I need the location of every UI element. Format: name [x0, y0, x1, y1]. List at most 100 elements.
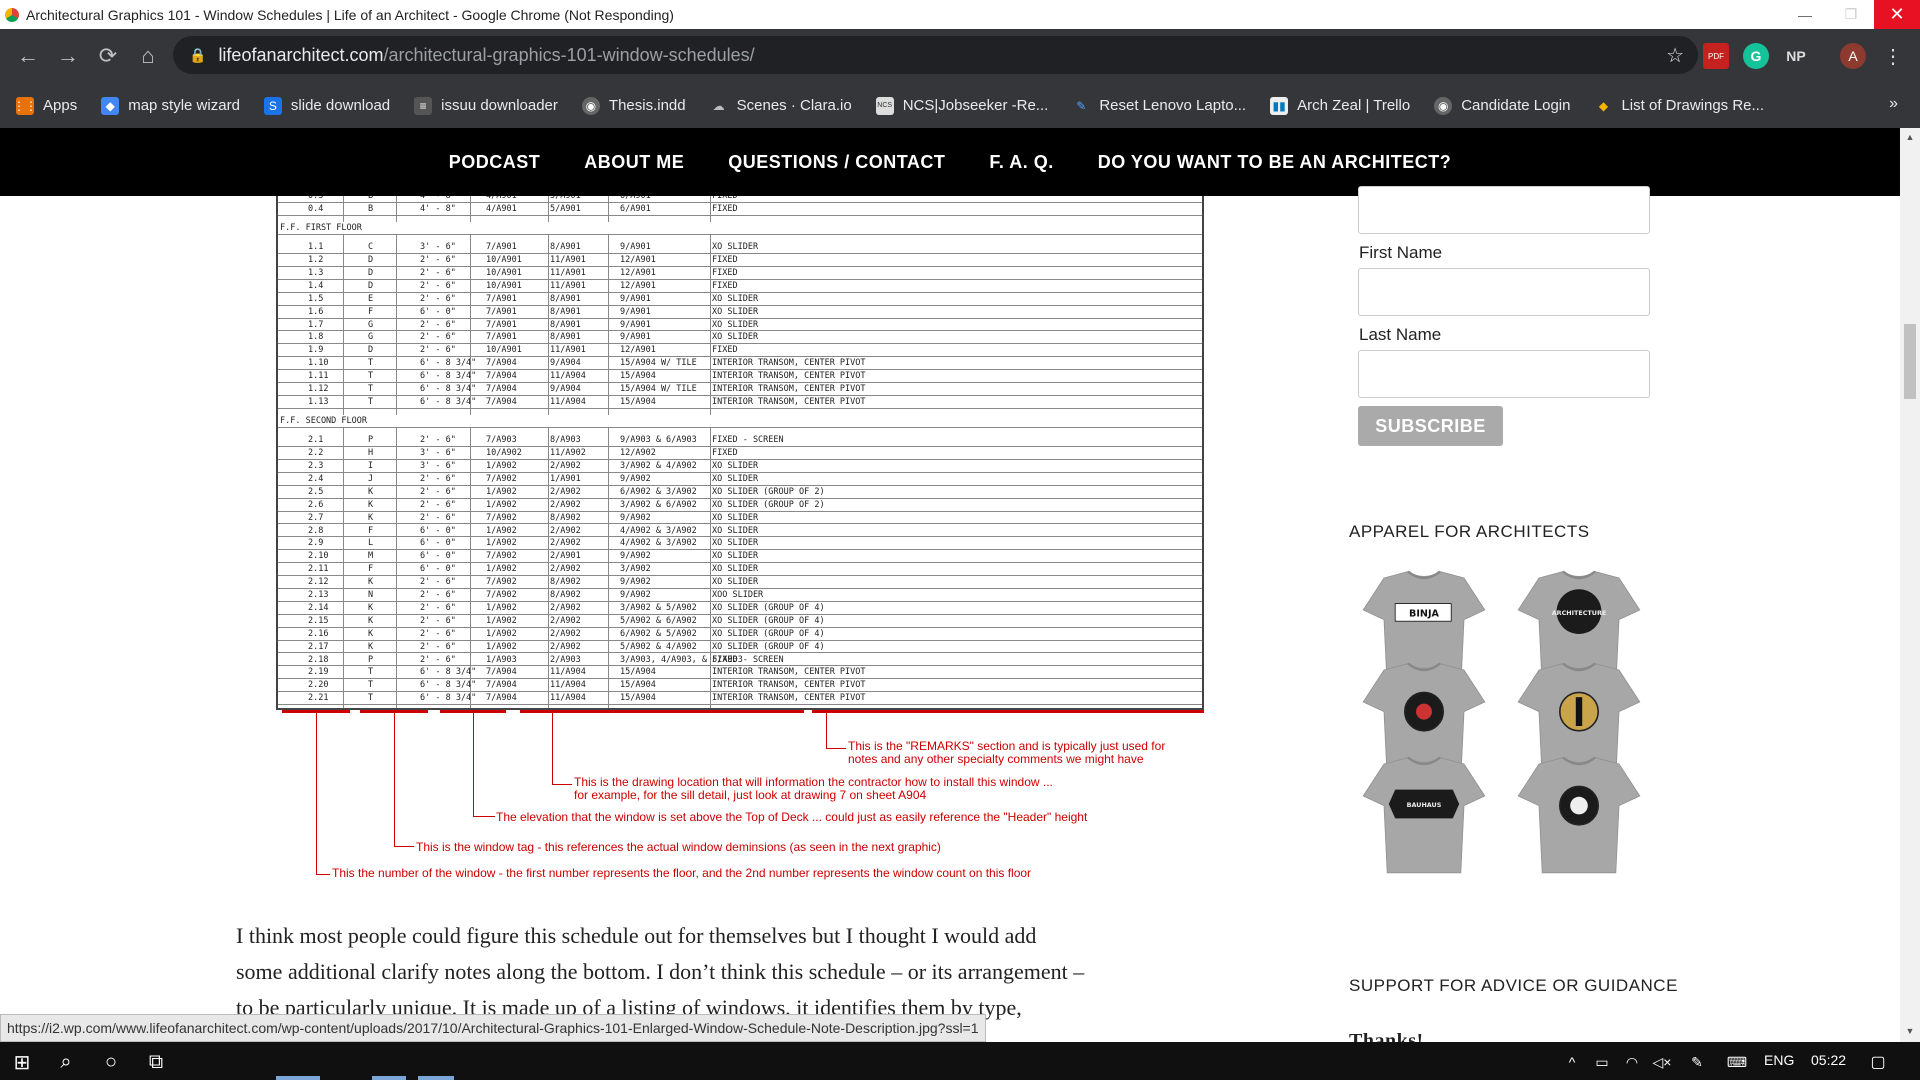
bookmark-issuu-downloader[interactable]: ≡ issuu downloader — [414, 96, 558, 115]
schedule-cell-tag: K — [368, 499, 374, 510]
battery-icon[interactable]: ▭ — [1590, 1050, 1614, 1074]
globe-icon: ◉ — [581, 96, 600, 115]
column-bracket-remarks — [812, 710, 1204, 713]
clock[interactable]: 05:22 — [1811, 1052, 1846, 1068]
scroll-down-icon[interactable]: ▼ — [1904, 1026, 1916, 1038]
forward-button[interactable]: → — [48, 36, 88, 76]
schedule-row: 2.16 K 2' - 6" 1/A902 2/A902 6/A902 & 5/A902 X… — [278, 628, 1202, 641]
profile-avatar[interactable]: A — [1840, 43, 1866, 69]
schedule-cell-tag: D — [368, 280, 374, 291]
schedule-cell-c1: 4/A901 — [486, 196, 517, 201]
schedule-cell-no: 2.16 — [308, 628, 329, 639]
wifi-icon[interactable]: ◠ — [1620, 1050, 1644, 1074]
schedule-cell-c2: 8/A903 — [550, 435, 581, 446]
schedule-row: 1.11 T 6' - 8 3/4" 7/A904 11/A904 15/A904 INTE… — [278, 370, 1202, 384]
reload-button[interactable]: ⟳ — [88, 36, 128, 76]
schedule-row: 1.8 G 2' - 6" 7/A901 8/A901 9/A901 XO SLIDER — [278, 331, 1202, 345]
volume-muted-icon[interactable]: ◁× — [1650, 1050, 1674, 1074]
schedule-cell-elev: 2' - 6" — [420, 590, 456, 600]
schedule-cell-c2: 11/A904 — [550, 396, 586, 407]
bookmark-map-style-wizard[interactable]: ◆ map style wizard — [101, 96, 240, 115]
np-extension-icon[interactable]: NP — [1783, 43, 1809, 69]
schedule-cell-c1: 7/A901 — [486, 242, 517, 253]
schedule-cell-no: 1.7 — [308, 319, 324, 330]
address-bar[interactable]: 🔒 lifeofanarchitect.com/architectural-gr… — [173, 36, 1698, 74]
schedule-cell-c2: 8/A902 — [550, 512, 581, 523]
page-scrollbar[interactable]: ▲ ▼ — [1900, 128, 1920, 1042]
nav-be-an-architect[interactable]: DO YOU WANT TO BE AN ARCHITECT? — [1098, 152, 1452, 173]
globe-icon: ◉ — [1434, 96, 1453, 115]
schedule-cell-remarks: XO SLIDER (GROUP OF 4) — [712, 641, 825, 652]
pdf-extension-icon[interactable]: PDF — [1703, 43, 1729, 69]
minimize-button[interactable]: — — [1782, 0, 1828, 29]
bookmark-ncs-jobseeker[interactable]: NCS NCS|Jobseeker -Re... — [875, 96, 1048, 115]
task-view-icon[interactable]: ⧉ — [144, 1050, 168, 1074]
email-field[interactable] — [1358, 186, 1650, 234]
browser-toolbar: ← → ⟳ ⌂ 🔒 lifeofanarchitect.com/architec… — [0, 29, 1920, 83]
bookmark-list-of-drawings[interactable]: ◆ List of Drawings Re... — [1594, 97, 1764, 115]
schedule-cell-no: 2.3 — [308, 461, 324, 471]
schedule-cell-tag: H — [368, 448, 374, 459]
apparel-image[interactable]: BINJA ARCHITECTURE BAUHAUS — [1349, 570, 1661, 906]
show-hidden-icons-icon[interactable]: ^ — [1560, 1050, 1584, 1074]
schedule-cell-c3: 6/A902 & 5/A902 — [620, 628, 697, 639]
schedule-cell-tag: P — [368, 654, 374, 665]
schedule-cell-tag: M — [368, 551, 374, 562]
bookmark-slide-download[interactable]: Sslide download — [263, 96, 390, 115]
bookmarks-overflow-button[interactable]: » — [1889, 95, 1898, 113]
schedule-cell-elev: 2' - 6" — [420, 654, 456, 665]
bookmark-star-icon[interactable]: ☆ — [1666, 43, 1684, 68]
home-button[interactable]: ⌂ — [128, 36, 168, 76]
leader-line-remarks — [826, 713, 827, 749]
tshirt-icon[interactable]: BAUHAUS — [1349, 756, 1499, 876]
grammarly-extension-icon[interactable]: G — [1743, 43, 1769, 69]
schedule-cell-elev: 2' - 6" — [420, 486, 456, 497]
subscribe-button[interactable]: SUBSCRIBE — [1358, 406, 1503, 446]
url-text[interactable]: lifeofanarchitect.com/architectural-grap… — [218, 45, 754, 66]
search-icon[interactable]: ⌕ — [54, 1050, 78, 1074]
schedule-cell-c2: 2/A902 — [550, 486, 581, 497]
bookmark-apps[interactable]: ⋮⋮ Apps — [13, 96, 77, 115]
keyboard-icon[interactable]: ⌨ — [1725, 1050, 1749, 1074]
close-button[interactable]: ✕ — [1874, 0, 1920, 29]
annotation-window-number: This the number of the window - the firs… — [332, 866, 1032, 880]
windows-taskbar: ⊞ ⌕ ○ ⧉ ^ ▭ ◠ ◁× ✎ ⌨ ENG 05:22 ▢ — [0, 1042, 1920, 1080]
nav-about-me[interactable]: ABOUT ME — [584, 152, 684, 173]
last-name-field[interactable] — [1358, 350, 1650, 398]
windows-start-icon[interactable]: ⊞ — [10, 1050, 34, 1074]
language-indicator[interactable]: ENG — [1764, 1052, 1794, 1068]
first-name-field[interactable] — [1358, 268, 1650, 316]
schedule-cell-remarks: XO SLIDER — [712, 564, 759, 575]
bookmark-candidate-login[interactable]: ◉ Candidate Login — [1434, 96, 1570, 115]
bookmark-reset-lenovo[interactable]: ✎ Reset Lenovo Lapto... — [1072, 97, 1246, 115]
schedule-cell-c1: 1/A902 — [486, 628, 517, 639]
scroll-up-icon[interactable]: ▲ — [1904, 132, 1916, 144]
schedule-cell-c3: 15/A904 — [620, 667, 656, 678]
schedule-cell-c1: 7/A903 — [486, 435, 517, 446]
schedule-row: 1.1 C 3' - 6" 7/A901 8/A901 9/A901 XO SLIDER — [278, 241, 1202, 255]
schedule-cell-remarks: XO SLIDER (GROUP OF 4) — [712, 615, 825, 626]
schedule-cell-c2: 2/A903 — [550, 654, 581, 665]
schedule-cell-no: 2.12 — [308, 577, 329, 588]
schedule-cell-no: 2.15 — [308, 615, 329, 626]
back-button[interactable]: ← — [8, 36, 48, 76]
cortana-icon[interactable]: ○ — [99, 1050, 123, 1074]
nav-podcast[interactable]: PODCAST — [449, 152, 541, 173]
menu-icon[interactable]: ⋮ — [1880, 43, 1906, 69]
tshirt-icon[interactable] — [1504, 756, 1654, 876]
schedule-cell-c2: 11/A901 — [550, 345, 586, 356]
bookmark-clara[interactable]: ☁ Scenes · Clara.io — [710, 97, 852, 115]
nav-faq[interactable]: F. A. Q. — [989, 152, 1053, 173]
pen-icon[interactable]: ✎ — [1685, 1050, 1709, 1074]
bookmark-thesis[interactable]: ◉ Thesis.indd — [581, 96, 686, 115]
schedule-cell-no: 1.2 — [308, 255, 324, 266]
bookmark-arch-zeal-trello[interactable]: ▮▮ Arch Zeal | Trello — [1270, 96, 1410, 115]
maximize-button[interactable]: ❐ — [1828, 0, 1874, 29]
notifications-icon[interactable]: ▢ — [1866, 1050, 1890, 1074]
schedule-cell-tag: N — [368, 590, 374, 600]
scrollbar-thumb[interactable] — [1904, 324, 1916, 399]
schedule-row: 1.2 D 2' - 6" 10/A901 11/A901 12/A901 FIXED — [278, 254, 1202, 267]
nav-questions-contact[interactable]: QUESTIONS / CONTACT — [728, 152, 945, 173]
schedule-cell-remarks: XO SLIDER — [712, 332, 759, 343]
leader-line-number-h — [316, 874, 330, 875]
